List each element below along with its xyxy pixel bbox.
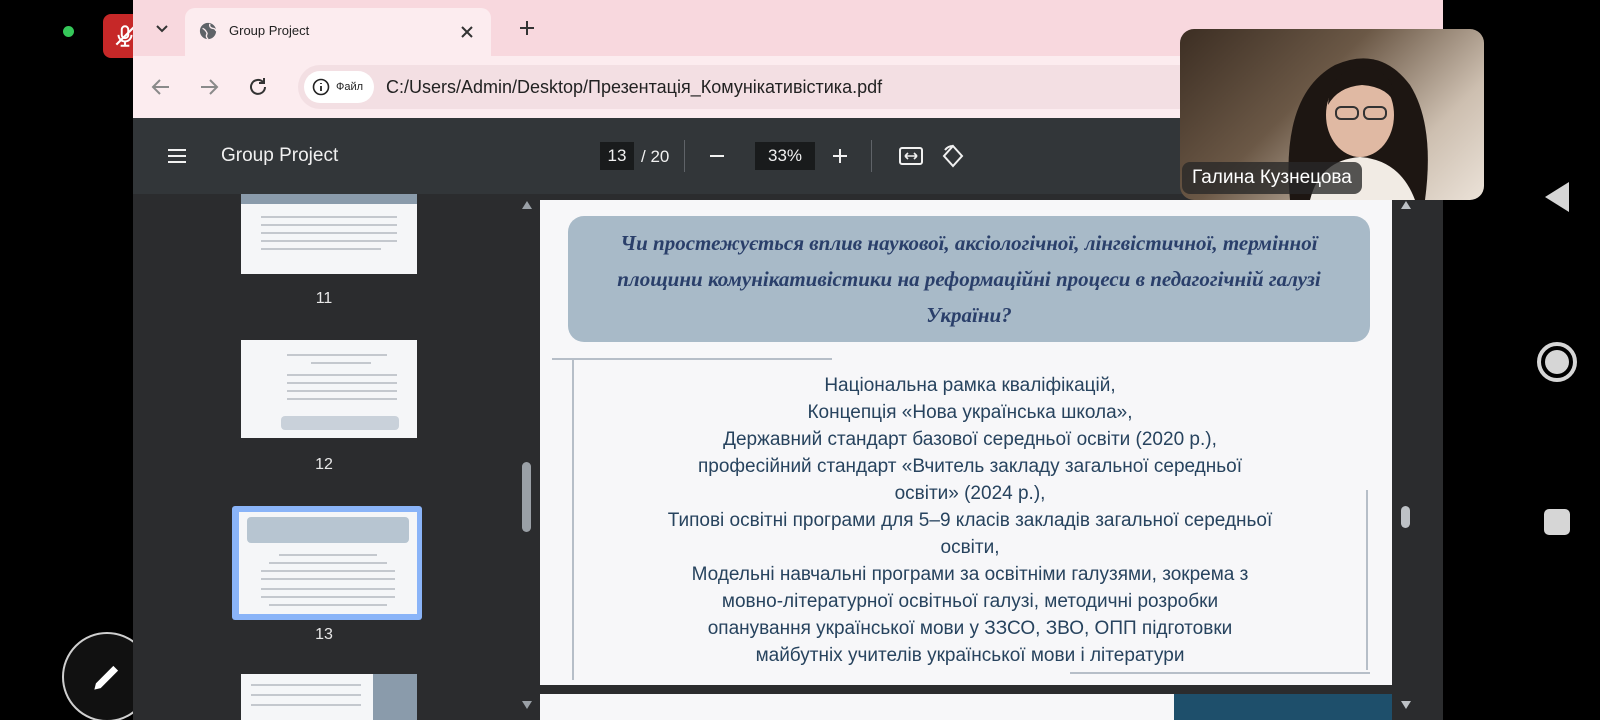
- home-button[interactable]: [1537, 342, 1577, 382]
- reload-button[interactable]: [244, 73, 272, 101]
- recent-apps-button[interactable]: [1544, 509, 1570, 535]
- home-circle-icon: [1545, 350, 1569, 374]
- menu-icon[interactable]: [165, 144, 189, 168]
- browser-edge: [1418, 194, 1443, 720]
- scroll-up-icon[interactable]: [1400, 200, 1412, 210]
- tab-group-project[interactable]: Group Project: [185, 8, 491, 56]
- url-text: C:/Users/Admin/Desktop/Презентація_Комун…: [386, 77, 883, 97]
- slide-line: майбутніх учителів української мови і лі…: [755, 645, 1185, 666]
- thumbnail-sidebar: 11 12 13: [133, 194, 515, 720]
- pencil-icon: [94, 665, 119, 690]
- screen: Group Project Файл C:/Users/Admin/Deskto…: [0, 0, 1600, 720]
- forward-button[interactable]: [195, 73, 223, 101]
- slide-line: Модельні навчальні програми за освітніми…: [691, 564, 1249, 585]
- slide-line: Концепція «Нова українська школа»,: [807, 402, 1133, 423]
- thumbnail-page-12[interactable]: [241, 340, 417, 438]
- reload-icon: [250, 78, 266, 95]
- fit-to-page-icon[interactable]: [897, 142, 925, 170]
- site-chip-label: Файл: [336, 81, 364, 93]
- document-scrollbar[interactable]: [1394, 194, 1418, 720]
- plus-icon: [520, 21, 534, 35]
- document-title: Group Project: [221, 145, 339, 166]
- toolbar-divider: [684, 140, 685, 172]
- tab-close-button[interactable]: [455, 20, 479, 44]
- minus-icon: [710, 155, 724, 157]
- decorative-line: [552, 358, 832, 360]
- question-box: Чи простежується вплив наукової, аксіоло…: [568, 216, 1370, 342]
- slide-line: опанування української мови у ЗЗСО, ЗВО,…: [707, 618, 1233, 639]
- toolbar-divider: [871, 140, 872, 172]
- scroll-down-icon[interactable]: [521, 700, 533, 710]
- android-nav-bar: [1515, 0, 1600, 720]
- document-scroll-thumb[interactable]: [1401, 506, 1410, 528]
- thumbnail-page-13[interactable]: [239, 512, 417, 614]
- zoom-level-input[interactable]: 33%: [755, 142, 815, 170]
- chevron-down-icon: [156, 25, 168, 33]
- slide-body: Національна рамка кваліфікацій, Концепці…: [600, 372, 1340, 669]
- participant-name-tag: Галина Кузнецова: [1182, 162, 1362, 194]
- thumbnail-page-14[interactable]: [241, 674, 417, 720]
- arrow-right-icon: [201, 79, 219, 95]
- back-triangle-icon[interactable]: [1543, 180, 1571, 214]
- back-button[interactable]: [147, 73, 175, 101]
- status-dot: [63, 26, 74, 37]
- thumbnail-label: 13: [315, 626, 333, 643]
- globe-icon: [199, 22, 217, 40]
- plus-icon: [833, 149, 847, 163]
- close-icon: [461, 26, 473, 38]
- arrow-left-icon: [151, 79, 169, 95]
- sidebar-scrollbar[interactable]: [515, 194, 539, 720]
- thumbnail-label: 12: [315, 456, 333, 473]
- thumbnail-page-11[interactable]: [241, 194, 417, 274]
- slide-line: професійний стандарт «Вчитель закладу за…: [698, 456, 1242, 477]
- sidebar-scroll-thumb[interactable]: [522, 462, 531, 532]
- slide-line: мовно-літературної освітньої галузі, мет…: [721, 591, 1219, 612]
- decorative-line: [572, 360, 574, 680]
- pdf-page: Чи простежується вплив наукової, аксіоло…: [540, 200, 1392, 685]
- tab-search-button[interactable]: [147, 14, 177, 42]
- decorative-line: [1070, 672, 1370, 674]
- rotate-icon[interactable]: [939, 142, 967, 170]
- scroll-up-icon[interactable]: [521, 200, 533, 210]
- new-tab-button[interactable]: [513, 14, 541, 42]
- slide-line: освіти» (2024 р.),: [894, 483, 1046, 504]
- slide-line: освіти,: [940, 537, 1000, 558]
- tab-title: Group Project: [229, 23, 310, 38]
- page-number-input[interactable]: 13: [600, 142, 634, 170]
- zoom-out-button[interactable]: [704, 143, 730, 169]
- page-total: / 20: [641, 147, 670, 166]
- info-icon: [312, 78, 330, 96]
- slide-question: Чи простежується вплив наукової, аксіоло…: [617, 231, 1321, 327]
- site-info-chip[interactable]: Файл: [304, 71, 374, 103]
- slide-line: Державний стандарт базової середньої осв…: [723, 429, 1217, 450]
- thumbnail-label: 11: [315, 290, 333, 307]
- next-pdf-page: [540, 694, 1392, 720]
- participant-video[interactable]: Галина Кузнецова: [1180, 29, 1484, 200]
- zoom-in-button[interactable]: [827, 143, 853, 169]
- slide-line: Національна рамка кваліфікацій,: [824, 375, 1116, 396]
- decorative-line: [1366, 490, 1368, 670]
- slide-line: Типові освітні програми для 5–9 класів з…: [667, 510, 1273, 531]
- scroll-down-icon[interactable]: [1400, 700, 1412, 710]
- next-page-graphic: [1174, 694, 1392, 720]
